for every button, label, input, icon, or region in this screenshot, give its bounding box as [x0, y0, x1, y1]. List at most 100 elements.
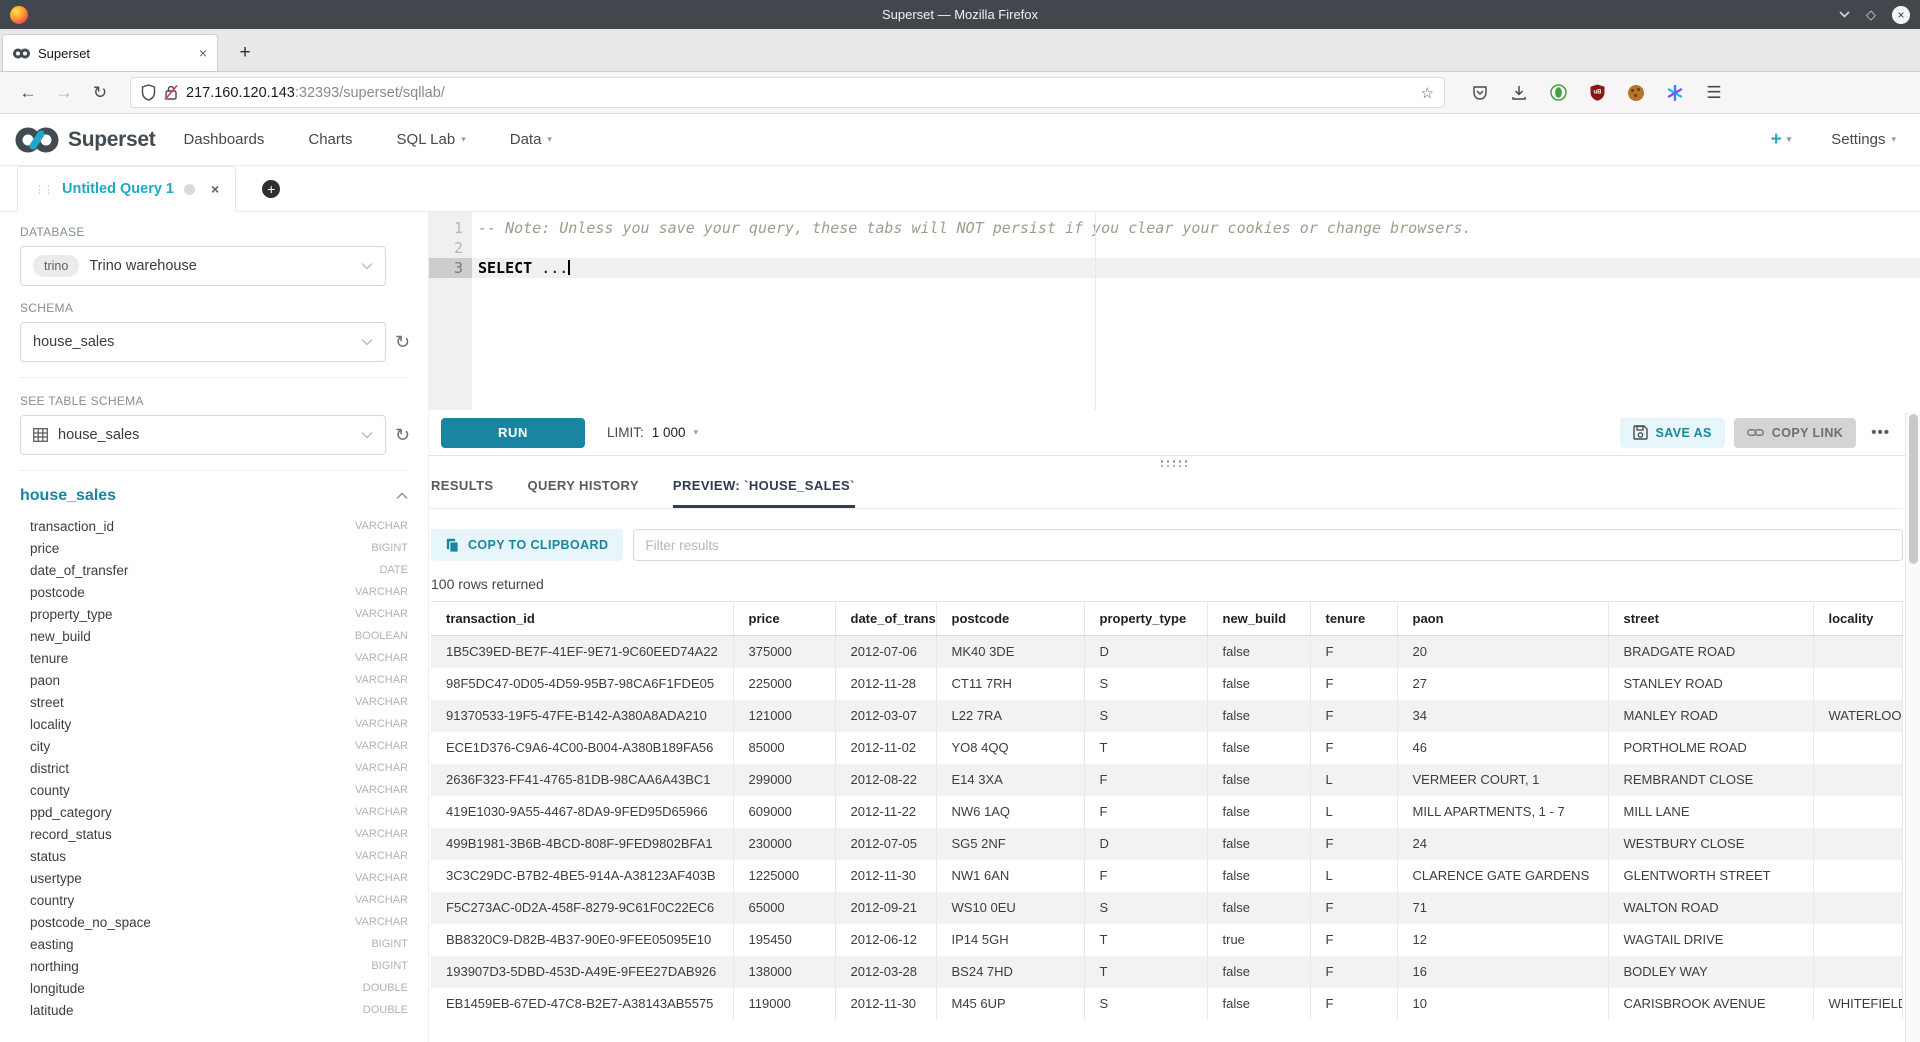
table-cell: 10 — [1397, 988, 1608, 1020]
run-button[interactable]: RUN — [441, 418, 585, 448]
table-cell: S — [1084, 892, 1207, 924]
browser-tab-close-icon[interactable]: × — [199, 45, 207, 61]
query-tab-close-icon[interactable]: × — [211, 181, 219, 197]
table-cell: CT11 7RH — [936, 668, 1084, 700]
column-type: DATE — [379, 564, 408, 576]
query-tab-untitled-1[interactable]: ⋮⋮ Untitled Query 1 × — [17, 166, 236, 212]
table-cell: 2012-09-21 — [835, 892, 936, 924]
table-header-cell[interactable]: paon — [1397, 602, 1608, 636]
window-close-button[interactable]: × — [1892, 6, 1910, 24]
reload-button[interactable]: ↻ — [86, 83, 114, 103]
table-cell: F — [1310, 988, 1397, 1020]
drag-handle-icon[interactable]: ⋮⋮ — [34, 183, 52, 196]
table-header-cell[interactable]: new_build — [1207, 602, 1310, 636]
forward-button[interactable]: → — [50, 83, 78, 103]
results-grid: transaction_idpricedate_of_transferpostc… — [431, 601, 1903, 1020]
table-cell: GLENTWORTH STREET — [1608, 860, 1813, 892]
sql-editor[interactable]: 1 2 3 -- Note: Unless you save your quer… — [429, 212, 1920, 410]
ublock-origin-icon[interactable]: uB — [1588, 84, 1606, 102]
browser-tab[interactable]: Superset × — [2, 34, 218, 71]
table-select[interactable]: house_sales — [20, 415, 386, 455]
copy-to-clipboard-button[interactable]: COPY TO CLIPBOARD — [431, 529, 623, 561]
schema-column-row: paonVARCHAR — [20, 669, 408, 691]
scrollbar-thumb[interactable] — [1909, 414, 1918, 564]
column-type: VARCHAR — [355, 916, 408, 928]
superset-brand[interactable]: Superset — [14, 126, 155, 154]
refresh-table-icon[interactable]: ↻ — [395, 425, 410, 446]
table-cell: 24 — [1397, 828, 1608, 860]
chevron-down-icon: ▾ — [1787, 134, 1792, 145]
table-header-cell[interactable]: locality — [1813, 602, 1903, 636]
insecure-lock-icon[interactable] — [164, 84, 178, 101]
table-cell — [1813, 796, 1903, 828]
table-select-value: house_sales — [58, 427, 351, 443]
table-header-cell[interactable]: postcode — [936, 602, 1084, 636]
table-row: 193907D3-5DBD-453D-A49E-9FEE27DAB9261380… — [431, 956, 1903, 988]
column-name: new_build — [30, 629, 355, 644]
table-header-cell[interactable]: price — [733, 602, 835, 636]
url-text[interactable]: 217.160.120.143:32393/superset/sqllab/ — [186, 85, 1413, 101]
nav-item-dashboards[interactable]: Dashboards — [183, 131, 264, 148]
schema-select[interactable]: house_sales — [20, 322, 386, 362]
nav-item-data[interactable]: Data▾ — [510, 131, 552, 148]
table-cell: 499B1981-3B6B-4BCD-808F-9FED9802BFA1 — [431, 828, 733, 860]
window-maximize-icon[interactable]: ◇ — [1866, 8, 1876, 21]
nav-item-charts[interactable]: Charts — [308, 131, 352, 148]
limit-dropdown[interactable]: LIMIT: 1 000 ▾ — [607, 425, 698, 440]
filter-results-input[interactable] — [633, 529, 1903, 561]
nav-item-sql-lab[interactable]: SQL Lab▾ — [397, 131, 466, 148]
table-header-row: transaction_idpricedate_of_transferpostc… — [431, 602, 1903, 636]
table-cell — [1813, 732, 1903, 764]
line-number-active: 3 — [429, 258, 472, 278]
new-tab-button[interactable]: + — [230, 38, 260, 68]
column-name: record_status — [30, 827, 355, 842]
table-header-cell[interactable]: date_of_transfer — [835, 602, 936, 636]
refresh-schema-icon[interactable]: ↻ — [395, 332, 410, 353]
browser-tab-title: Superset — [38, 46, 191, 61]
table-cell: WATERLOO — [1813, 700, 1903, 732]
editor-code-area[interactable]: -- Note: Unless you save your query, the… — [472, 212, 1920, 410]
bookmark-star-icon[interactable]: ☆ — [1421, 84, 1434, 102]
privacy-mask-extension-icon[interactable] — [1549, 84, 1567, 102]
more-options-button[interactable]: ••• — [1871, 424, 1890, 441]
table-schema-label: SEE TABLE SCHEMA — [20, 394, 408, 408]
hamburger-menu-icon[interactable]: ☰ — [1705, 84, 1723, 102]
database-select[interactable]: trino Trino warehouse — [20, 246, 386, 286]
tab-results[interactable]: RESULTS — [431, 478, 494, 508]
cookie-extension-icon[interactable] — [1627, 84, 1645, 102]
settings-menu[interactable]: Settings▾ — [1831, 131, 1896, 148]
add-query-tab-button[interactable]: + — [262, 180, 280, 198]
table-cell: F — [1310, 892, 1397, 924]
table-cell: 3C3C29DC-B7B2-4BE5-914A-A38123AF403B — [431, 860, 733, 892]
table-cell: REMBRANDT CLOSE — [1608, 764, 1813, 796]
downloads-icon[interactable] — [1510, 84, 1528, 102]
back-button[interactable]: ← — [14, 83, 42, 103]
column-name: city — [30, 739, 355, 754]
column-name: usertype — [30, 871, 355, 886]
pane-resize-handle[interactable] — [1161, 460, 1189, 467]
column-name: easting — [30, 937, 371, 952]
table-header-cell[interactable]: tenure — [1310, 602, 1397, 636]
add-new-button[interactable]: +▾ — [1771, 129, 1792, 151]
chevron-up-icon[interactable] — [396, 492, 408, 500]
pocket-icon[interactable] — [1471, 84, 1489, 102]
results-scrollbar[interactable] — [1905, 412, 1920, 1042]
tab-query-history[interactable]: QUERY HISTORY — [528, 478, 639, 508]
table-cell: false — [1207, 796, 1310, 828]
asterisk-extension-icon[interactable] — [1666, 84, 1684, 102]
table-schema-heading[interactable]: house_sales — [20, 487, 396, 505]
table-cell: false — [1207, 956, 1310, 988]
table-header-cell[interactable]: street — [1608, 602, 1813, 636]
tracking-shield-icon[interactable] — [141, 84, 156, 101]
table-header-cell[interactable]: transaction_id — [431, 602, 733, 636]
save-as-button[interactable]: SAVE AS — [1620, 418, 1725, 448]
tab-preview-house-sales[interactable]: PREVIEW: `HOUSE_SALES` — [673, 478, 855, 508]
table-header-cell[interactable]: property_type — [1084, 602, 1207, 636]
divider — [20, 470, 408, 471]
table-cell: 16 — [1397, 956, 1608, 988]
url-bar[interactable]: 217.160.120.143:32393/superset/sqllab/ ☆ — [130, 77, 1445, 108]
window-menu-chevron-icon[interactable] — [1839, 11, 1850, 18]
copy-link-button[interactable]: COPY LINK — [1734, 418, 1856, 448]
sqllab-sidebar: DATABASE trino Trino warehouse SCHEMA ho… — [0, 212, 429, 1042]
table-cell: WALTON ROAD — [1608, 892, 1813, 924]
